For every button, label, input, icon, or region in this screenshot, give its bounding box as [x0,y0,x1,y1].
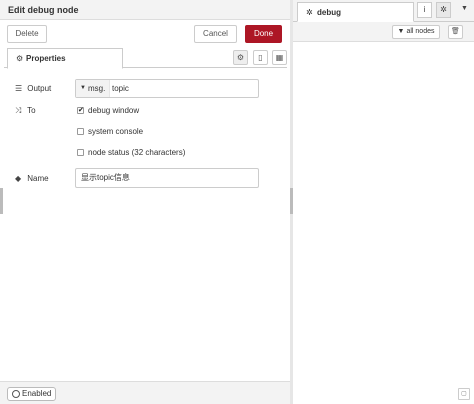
node-appearance-button[interactable]: ▦ [272,50,287,65]
output-value: topic [112,84,129,93]
cancel-button[interactable]: Cancel [194,25,237,43]
debug-toolbar: ▼ all nodes 🗑 [293,22,474,42]
name-label-row: ◆ Name [15,174,49,183]
to-label: To [27,106,36,115]
node-status-label: node status (32 characters) [88,148,186,157]
to-label-row: ⤨ To [15,106,36,116]
debug-tab-button[interactable]: ✲ [436,2,451,18]
bug-icon: ✲ [440,5,447,14]
circle-icon [12,390,20,398]
tab-properties[interactable]: ⚙ Properties [7,48,123,69]
enabled-label: Enabled [22,389,52,398]
node-description-button[interactable]: ▯ [253,50,268,65]
left-resize-handle[interactable] [0,188,3,214]
list-icon: ☰ [15,84,23,93]
gear-icon: ⚙ [236,53,245,62]
tray-footer: Enabled [0,381,291,404]
layout-icon: ▦ [275,53,284,62]
tab-debug-label: debug [317,8,341,17]
output-label-row: ☰ Output [15,84,51,93]
caret-down-icon: ▼ [461,5,468,12]
output-type-prefix: msg. [88,84,106,93]
output-label: Output [27,84,52,93]
system-console-label: system console [88,127,144,136]
sidebar-tabbar: ✲ debug i ✲ ▼ [293,0,474,22]
info-icon: i [423,5,426,14]
node-settings-button[interactable]: ⚙ [233,50,248,65]
trash-icon: 🗑 [451,28,460,35]
debug-sidebar: ✲ debug i ✲ ▼ ▼ all nodes 🗑 ▢ [293,0,474,404]
tray-header: Edit debug node [0,0,291,20]
tray-title: Edit debug node [8,5,79,15]
gear-icon: ⚙ [16,54,24,63]
sidebar-menu-button[interactable]: ▼ [457,2,472,18]
tray-tabbar: ⚙ Properties ⚙ ▯ ▦ [4,47,287,69]
edit-tray: Edit debug node Delete Cancel Done ⚙ Pro… [0,0,291,404]
output-typed-input[interactable]: ▼ msg. topic [75,79,259,98]
tab-debug[interactable]: ✲ debug [297,2,414,22]
tray-toolbar: Delete Cancel Done [0,20,291,46]
clear-messages-button[interactable]: 🗑 [448,25,463,39]
bug-icon: ✲ [306,8,313,17]
tag-icon: ◆ [15,174,22,183]
delete-button[interactable]: Delete [7,25,47,43]
name-label: Name [27,174,49,183]
done-button[interactable]: Done [245,25,282,43]
filter-label: all nodes [406,28,435,35]
tab-properties-label: Properties [26,54,66,63]
filter-nodes-button[interactable]: ▼ all nodes [392,25,440,39]
window-icon[interactable]: ▢ [458,388,470,400]
shuffle-icon: ⤨ [15,106,22,115]
debug-window-checkbox[interactable]: ✔ [77,107,84,114]
debug-window-label: debug window [88,106,140,115]
output-type-select[interactable]: ▼ msg. [76,80,110,97]
system-console-checkbox[interactable] [77,128,84,135]
caret-down-icon: ▼ [80,85,86,91]
name-input[interactable]: 显示topic信息 [75,168,259,188]
node-status-checkbox[interactable] [77,149,84,156]
enabled-toggle[interactable]: Enabled [7,387,56,401]
debug-message-list [293,42,474,386]
document-icon: ▯ [258,53,263,62]
filter-icon: ▼ [397,28,405,35]
info-tab-button[interactable]: i [417,2,432,18]
